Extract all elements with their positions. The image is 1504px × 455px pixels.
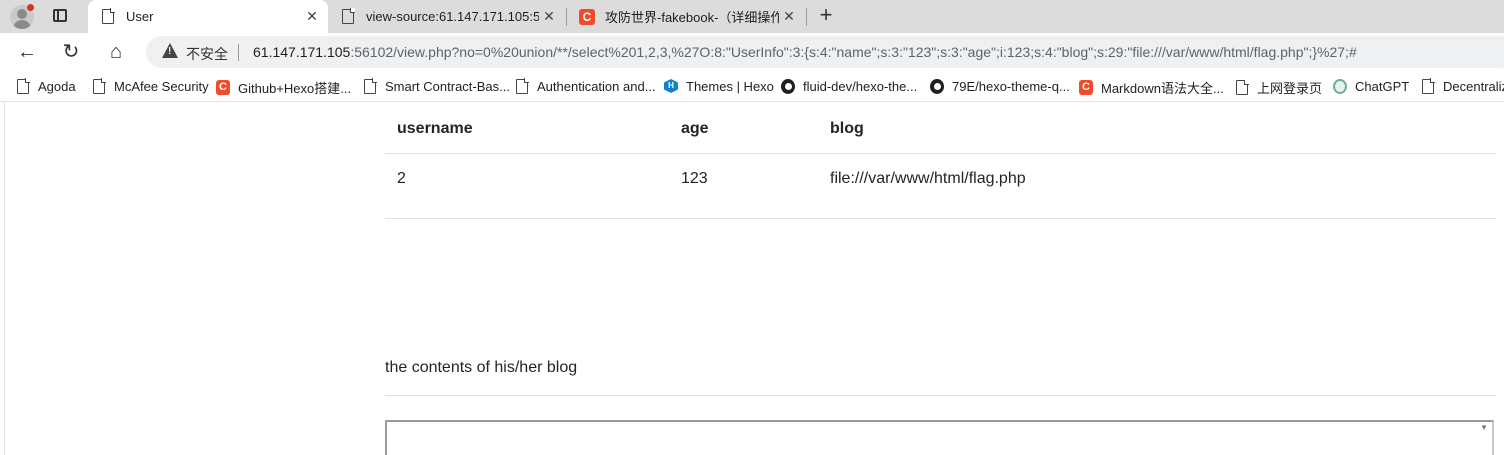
bookmark-themes-hexo[interactable]: H Themes | Hexo [664,78,774,94]
tab-title: 攻防世界-fakebook-（详细操作( [605,10,779,25]
github-icon [781,78,795,94]
blog-contents-caption: the contents of his/her blog [385,359,578,376]
tab-divider [806,8,807,26]
close-icon[interactable]: ✕ [302,8,322,25]
reload-icon[interactable]: ↻ [58,39,84,65]
bookmark-label: 上网登录页 [1257,81,1323,96]
document-icon [16,78,30,94]
table-header-row: username age blog [385,102,1496,154]
tab-title: view-source:61.147.171.105:5610 [366,9,539,24]
document-icon [515,78,529,94]
page-viewport: username age blog 2 123 file:///var/www/… [0,102,1504,455]
bookmark-label: Agoda [38,78,76,94]
url-path: :56102/view.php?no=0%20union/**/select%2… [350,44,1357,60]
column-header-age: age [681,120,709,137]
table-row: 2 123 file:///var/www/html/flag.php [385,154,1496,219]
bookmark-label: Markdown语法大全... [1101,81,1224,96]
bookmark-decentraliz[interactable]: Decentraliz [1421,78,1504,94]
cell-blog: file:///var/www/html/flag.php [830,170,1026,187]
tab-fakebook-writeup[interactable]: C 攻防世界-fakebook-（详细操作( ✕ [567,0,805,33]
close-icon[interactable]: ✕ [779,8,799,25]
browser-toolbar: ← ↻ ⌂ ! 不安全 61.147.171.105:56102/view.ph… [0,33,1504,70]
bookmark-label: Github+Hexo搭建... [238,81,352,96]
tab-view-source[interactable]: view-source:61.147.171.105:5610 ✕ [328,0,565,33]
bookmark-label: Decentraliz [1443,78,1504,94]
bookmark-login-page[interactable]: 上网登录页 [1235,78,1322,97]
bookmark-label: ChatGPT [1355,78,1410,94]
bookmark-label: Smart Contract-Bas... [385,78,510,94]
scrollbar-arrow-icon[interactable]: ▼ [1480,423,1488,432]
cell-age: 123 [681,170,708,187]
bookmark-chatgpt[interactable]: ChatGPT [1333,78,1409,94]
bookmark-label: Themes | Hexo [686,78,774,94]
document-icon [92,78,106,94]
document-icon [340,8,356,25]
bookmark-fluid-dev[interactable]: fluid-dev/hexo-the... [781,78,917,94]
bookmark-label: Authentication and... [537,78,656,94]
hexo-icon: H [664,78,678,94]
csdn-logo-icon: C [579,8,595,25]
notification-dot-icon [27,4,34,11]
document-icon [1235,79,1249,96]
bookmark-label: fluid-dev/hexo-the... [803,78,918,94]
address-bar[interactable]: ! 不安全 61.147.171.105:56102/view.php?no=0… [146,36,1504,68]
column-header-username: username [397,120,473,137]
close-icon[interactable]: ✕ [539,8,559,25]
new-tab-button[interactable]: + [815,4,837,26]
cell-username: 2 [397,170,406,187]
address-divider [238,44,239,61]
page-left-edge [4,102,5,455]
csdn-logo-icon: C [1079,80,1093,96]
tab-user[interactable]: User ✕ [88,0,328,33]
url-text[interactable]: 61.147.171.105:56102/view.php?no=0%20uni… [253,44,1357,60]
bookmark-smart-contract[interactable]: Smart Contract-Bas... [363,78,510,94]
home-icon[interactable]: ⌂ [103,39,129,65]
tab-actions-icon[interactable] [50,7,70,25]
url-host: 61.147.171.105 [253,44,351,60]
bookmark-mcafee[interactable]: McAfee Security [92,78,209,94]
tab-title: User [126,9,154,24]
github-icon [930,78,944,94]
document-icon [1421,78,1435,94]
document-icon [363,78,377,94]
document-icon [100,8,116,25]
bookmark-github-hexo[interactable]: C Github+Hexo搭建... [216,78,351,97]
bookmark-label: 79E/hexo-theme-q... [952,78,1070,94]
bookmarks-bar: Agoda McAfee Security C Github+Hexo搭建...… [0,70,1504,102]
back-arrow-icon[interactable]: ← [14,39,40,65]
chatgpt-icon [1333,78,1347,94]
security-status-label[interactable]: 不安全 [186,44,228,64]
divider [385,395,1496,396]
bookmark-agoda[interactable]: Agoda [16,78,76,94]
bookmark-markdown[interactable]: C Markdown语法大全... [1079,78,1224,97]
bookmark-label: McAfee Security [114,78,209,94]
csdn-logo-icon: C [216,80,230,96]
blog-contents-iframe[interactable]: ▼ [385,420,1494,455]
bookmark-authentication[interactable]: Authentication and... [515,78,656,94]
tab-strip: User ✕ view-source:61.147.171.105:5610 ✕… [0,0,1504,33]
bookmark-79e-hexo-theme[interactable]: 79E/hexo-theme-q... [930,78,1070,94]
user-table: username age blog 2 123 file:///var/www/… [385,102,1496,219]
column-header-blog: blog [830,120,864,137]
